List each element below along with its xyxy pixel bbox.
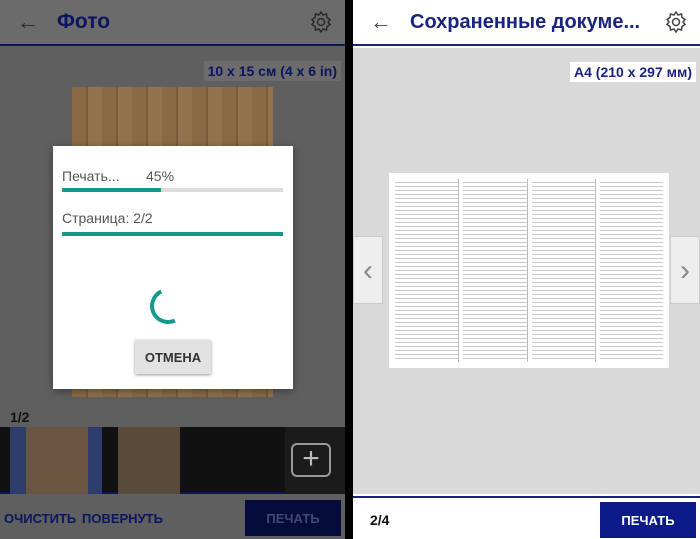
thumbnail-strip[interactable]: + — [0, 427, 345, 494]
photo-counter: 1/2 — [10, 409, 30, 425]
chevron-right-icon[interactable]: › — [670, 236, 700, 304]
thumbnail-selected[interactable] — [10, 427, 102, 494]
gear-icon[interactable] — [309, 10, 333, 34]
page-label: Страница: 2/2 — [62, 210, 153, 226]
plus-icon: + — [291, 443, 331, 477]
saved-documents-screen: ← Сохраненные докуме... ‹ › 2/4 A4 (210 … — [353, 0, 700, 539]
back-arrow-icon[interactable]: ← — [370, 9, 392, 35]
rotate-button[interactable]: ПОВЕРНУТЬ — [82, 511, 163, 526]
loading-spinner — [144, 282, 192, 330]
print-progress-bar — [62, 188, 283, 192]
thumbnail[interactable] — [118, 427, 180, 494]
page-title: Сохраненные докуме... — [410, 10, 641, 33]
app-bar: ← Фото — [0, 0, 345, 46]
cancel-button[interactable]: ОТМЕНА — [135, 340, 211, 374]
clear-button[interactable]: ОЧИСТИТЬ — [4, 511, 76, 526]
page-progress-bar — [62, 232, 283, 236]
bottom-bar: ОЧИСТИТЬ ПОВЕРНУТЬ ПЕЧАТЬ — [0, 496, 345, 539]
add-photo-button[interactable]: + — [285, 427, 345, 494]
app-bar: ← Сохраненные докуме... — [353, 0, 700, 46]
print-button[interactable]: ПЕЧАТЬ — [600, 502, 696, 538]
back-arrow-icon[interactable]: ← — [17, 9, 39, 35]
printing-label: Печать... — [62, 168, 120, 184]
printing-dialog: Печать... 45% Страница: 2/2 ОТМЕНА — [53, 146, 293, 389]
document-preview-area: ‹ › 2/4 — [353, 48, 700, 528]
document-page — [389, 173, 669, 368]
bottom-bar: ПЕЧАТЬ — [353, 496, 700, 539]
gear-icon[interactable] — [664, 10, 688, 34]
paper-size-label: 10 x 15 см (4 x 6 in) — [203, 61, 341, 81]
printing-percent: 45% — [146, 168, 175, 184]
chevron-left-icon[interactable]: ‹ — [353, 236, 383, 304]
print-button[interactable]: ПЕЧАТЬ — [245, 500, 341, 536]
paper-size-label: A4 (210 x 297 мм) — [570, 62, 696, 82]
page-title: Фото — [57, 10, 111, 33]
photo-screen: ← Фото 10 x 15 см (4 x 6 in) Печать... 4… — [0, 0, 345, 539]
